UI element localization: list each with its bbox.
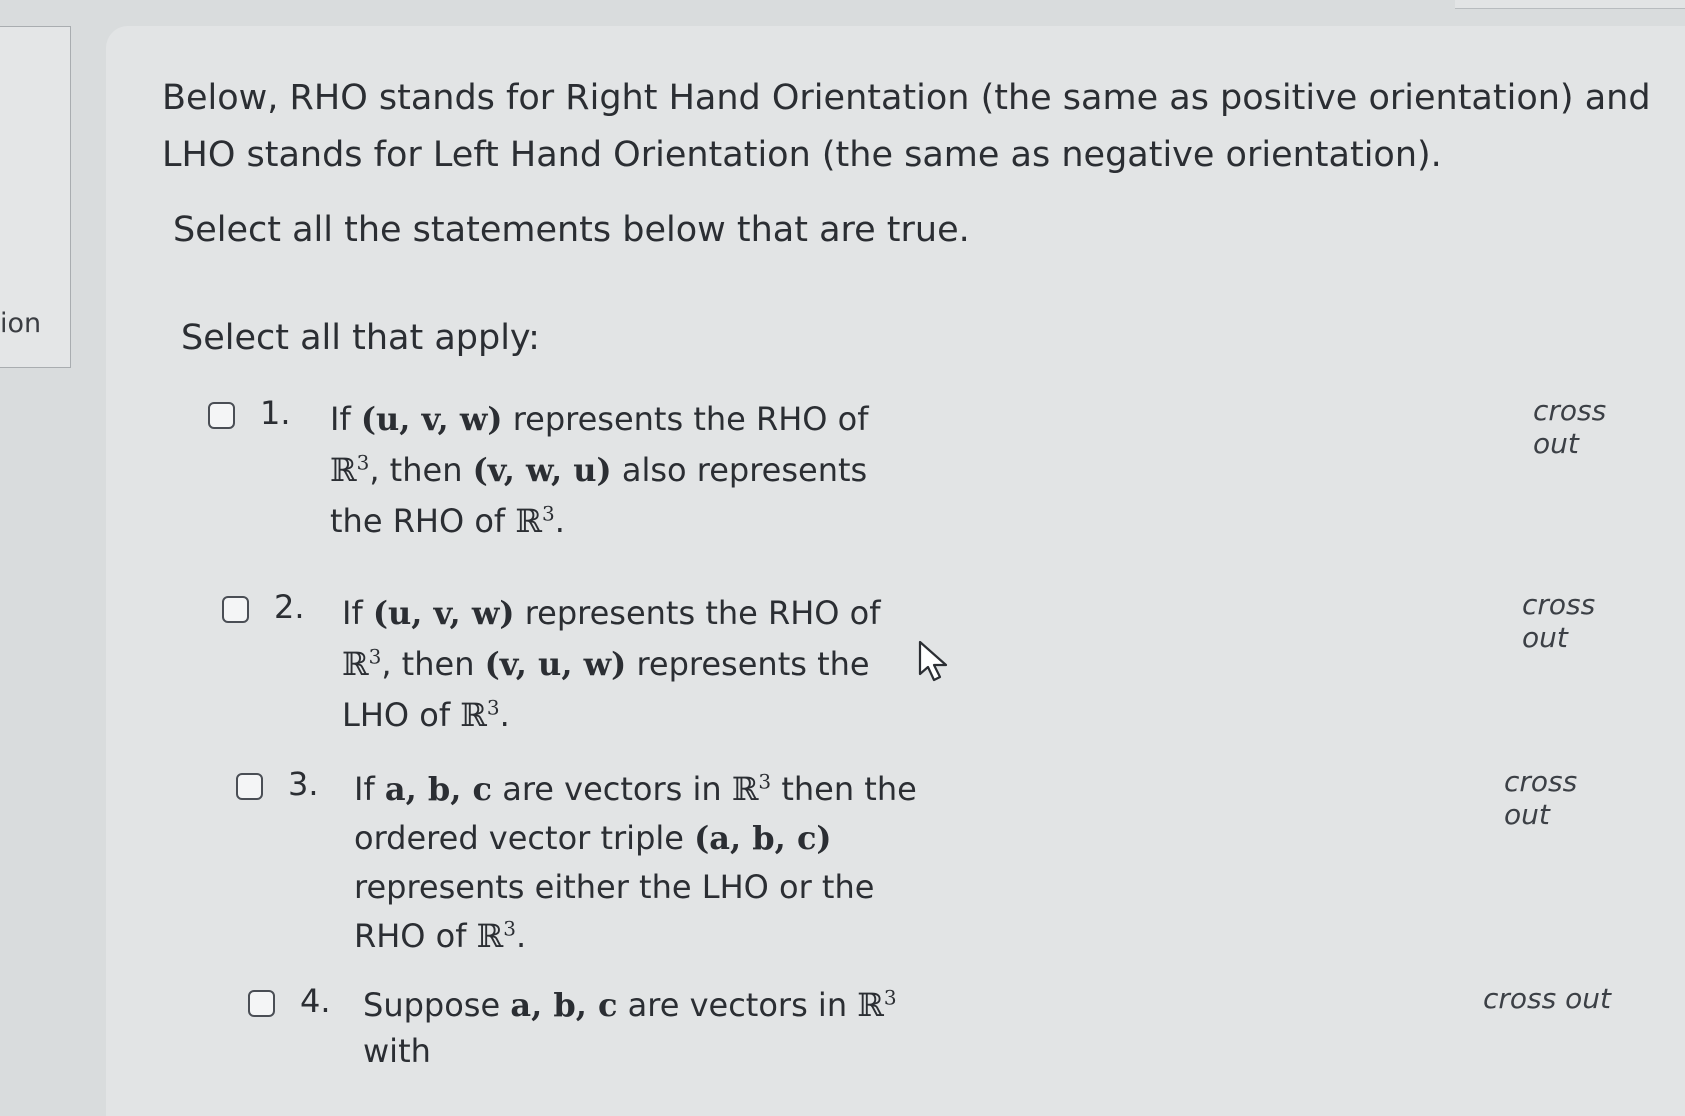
option-2-checkbox[interactable] xyxy=(222,596,249,623)
option-4-checkbox[interactable] xyxy=(248,990,275,1017)
option-3-statement[interactable]: If a, b, c are vectors in ℝ3 then the or… xyxy=(354,765,954,961)
option-2-number: 2. xyxy=(274,588,305,626)
question-intro: Below, RHO stands for Right Hand Orienta… xyxy=(162,78,1651,175)
option-4-crossout[interactable]: cross out xyxy=(1483,982,1611,1015)
option-1-statement[interactable]: If (u, v, w) represents the RHO of ℝ3, t… xyxy=(330,394,920,547)
option-4: 4. Suppose a, b, c are vectors in ℝ3 wit… xyxy=(248,982,1628,1102)
option-1-checkbox[interactable] xyxy=(208,402,235,429)
option-2: 2. If (u, v, w) represents the RHO of ℝ3… xyxy=(222,588,1602,768)
option-2-statement[interactable]: If (u, v, w) represents the RHO of ℝ3, t… xyxy=(342,588,927,741)
option-2-crossout[interactable]: cross out xyxy=(1522,588,1602,654)
mouse-cursor-icon xyxy=(918,640,948,682)
option-1-number: 1. xyxy=(260,394,291,432)
option-1: 1. If (u, v, w) represents the RHO of ℝ3… xyxy=(208,394,1606,574)
option-3-number: 3. xyxy=(288,765,319,803)
top-edge-bar xyxy=(1455,0,1685,9)
option-3-crossout[interactable]: cross out xyxy=(1504,765,1616,831)
option-4-number: 4. xyxy=(300,982,331,1020)
select-all-label: Select all that apply: xyxy=(181,318,540,358)
option-4-statement[interactable]: Suppose a, b, c are vectors in ℝ3 with xyxy=(363,982,923,1074)
option-3-checkbox[interactable] xyxy=(236,773,263,800)
option-1-crossout[interactable]: cross out xyxy=(1533,394,1606,460)
option-3: 3. If a, b, c are vectors in ℝ3 then the… xyxy=(236,765,1616,965)
question-instruction: Select all the statements below that are… xyxy=(173,210,970,250)
side-tab-label[interactable]: ion xyxy=(0,308,41,339)
